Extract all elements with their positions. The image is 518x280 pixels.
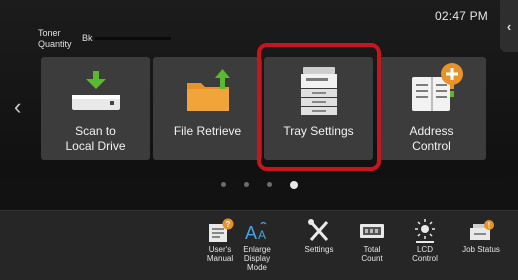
svg-text:A: A [245, 223, 257, 243]
usb-drive-download-icon [72, 71, 120, 110]
button-label: Enlarge [243, 245, 271, 254]
manual-icon: ? [209, 218, 234, 242]
previous-page-button[interactable]: ‹ [14, 96, 21, 118]
clock: 02:47 PM [435, 9, 488, 23]
button-label: Display [243, 254, 271, 263]
svg-text:!: ! [488, 221, 491, 230]
chevron-left-icon: ‹ [14, 94, 22, 119]
total-count-button[interactable]: Total Count [347, 214, 397, 276]
tools-icon [308, 219, 329, 241]
counter-icon [360, 224, 384, 238]
tile-scan-to-local-drive[interactable]: Scan to Local Drive [41, 57, 150, 160]
button-label: LCD [416, 245, 433, 254]
enlarge-display-mode-button[interactable]: A A Enlarge Display Mode [232, 214, 282, 276]
folder-upload-icon [187, 69, 230, 111]
enlarge-text-icon: A A [245, 221, 267, 243]
tile-label: Control [412, 139, 451, 153]
svg-text:?: ? [226, 220, 231, 229]
page-indicator [0, 180, 518, 189]
button-label: Job Status [462, 245, 500, 254]
tile-label: Address [409, 124, 454, 138]
tile-address-control[interactable]: Address Control [377, 57, 486, 160]
side-panel-tab[interactable]: ‹ [500, 0, 518, 52]
chevron-left-icon: ‹ [506, 18, 512, 34]
toner-title: Toner [38, 28, 61, 38]
settings-button[interactable]: Settings [294, 214, 344, 276]
toner-quantity: Toner Quantity Bk [22, 10, 172, 62]
brightness-icon [415, 219, 435, 243]
page-dot[interactable] [266, 182, 272, 187]
home-screen: 02:47 PM ‹ ‹ Scan to Local Drive File Re… [0, 0, 518, 280]
lcd-control-button[interactable]: LCD Control [400, 214, 450, 276]
job-status-icon: ! [470, 220, 494, 240]
svg-text:A: A [258, 228, 266, 242]
page-dot[interactable] [220, 182, 226, 187]
job-status-button[interactable]: ! Job Status [456, 214, 506, 276]
tile-label: File Retrieve [173, 124, 242, 138]
button-label: Control [412, 254, 438, 263]
tray-settings-highlight [257, 43, 381, 171]
tile-file-retrieve[interactable]: File Retrieve [153, 57, 262, 160]
tile-label: Local Drive [65, 139, 126, 153]
toner-color-label: Bk [82, 33, 93, 43]
page-dot[interactable] [243, 182, 249, 187]
button-label: Mode [246, 263, 267, 272]
toner-title: Quantity [38, 39, 72, 49]
address-book-add-icon [412, 63, 463, 111]
toner-level-fill [95, 37, 171, 40]
toner-level-bar [95, 37, 171, 40]
page-dot-current[interactable] [289, 180, 298, 189]
tile-label: Scan to [75, 124, 116, 138]
